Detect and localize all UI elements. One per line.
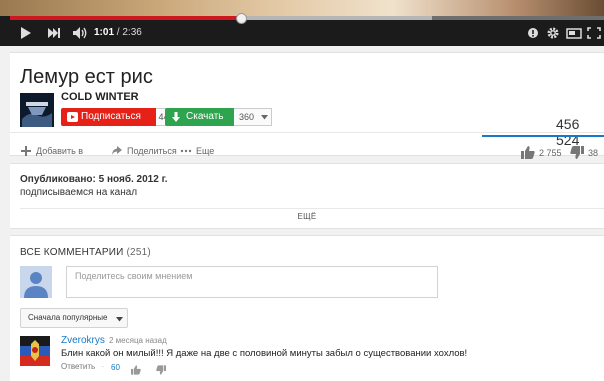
chevron-down-icon	[116, 317, 123, 322]
time-current: 1:01	[94, 27, 115, 38]
next-icon[interactable]	[46, 24, 60, 42]
publish-date: Опубликовано: 5 нояб. 2012 г.	[20, 174, 168, 185]
subscribe-label: Подписаться	[81, 111, 141, 122]
comment-reply-label: Ответить	[61, 362, 96, 371]
annotations-icon[interactable]	[526, 24, 540, 42]
add-to-button[interactable]: Добавить в	[20, 145, 83, 157]
show-more-button[interactable]: ЕЩЁ	[10, 212, 604, 221]
progress-scrubber[interactable]	[236, 13, 247, 24]
video-frame[interactable]	[0, 0, 604, 16]
comment-time[interactable]: 2 месяца назад	[109, 336, 167, 345]
download-quality-value: 360	[239, 112, 255, 122]
add-to-label: Добавить в	[36, 146, 84, 156]
comments-heading-label: ВСЕ КОММЕНТАРИИ	[20, 247, 124, 258]
comments-heading: ВСЕ КОММЕНТАРИИ (251)	[20, 247, 151, 258]
subscribe-button[interactable]: Подписаться	[61, 108, 156, 126]
comment-like-count: 60	[111, 363, 120, 372]
thumbs-up-icon	[131, 365, 141, 375]
thumbs-down-icon	[570, 146, 584, 159]
comment-separator: ·	[101, 362, 105, 371]
video-info-card: Лемур ест рис COLD WINTER Подписаться 44…	[10, 52, 604, 159]
user-avatar	[20, 266, 52, 298]
time-total: 2:36	[122, 27, 142, 38]
comments-sort-label: Сначала популярные	[28, 313, 108, 322]
share-icon	[112, 146, 122, 155]
likes-ratio-bar	[482, 135, 604, 137]
dislike-count: 38	[588, 147, 599, 158]
default-user-icon	[20, 266, 52, 298]
comment-dislike-button[interactable]	[156, 362, 166, 380]
youtube-logo-icon	[67, 112, 78, 122]
fullscreen-icon[interactable]	[586, 24, 602, 42]
video-player[interactable]: 1:01 / 2:36	[0, 0, 604, 46]
play-icon[interactable]	[19, 24, 33, 42]
comments-sort-dropdown[interactable]: Сначала популярные	[20, 308, 128, 328]
dislike-button[interactable]: 38	[570, 146, 598, 159]
volume-icon[interactable]	[71, 24, 89, 42]
comment-author[interactable]: Zverokrys	[61, 335, 105, 346]
share-button[interactable]: Поделиться	[111, 145, 177, 157]
channel-name[interactable]: COLD WINTER	[61, 91, 139, 103]
more-actions-label: Еще	[196, 146, 215, 156]
divider	[10, 132, 604, 133]
more-dots-icon	[180, 149, 192, 153]
progress-played	[10, 16, 242, 20]
description-card: Опубликовано: 5 нояб. 2012 г. подписывае…	[10, 163, 604, 229]
comment-text: Блин какой он милый!!! Я даже на две с п…	[61, 348, 468, 359]
time-display: 1:01 / 2:36	[94, 27, 142, 38]
plus-icon	[21, 146, 31, 156]
comment-like-button[interactable]	[131, 362, 141, 380]
share-label: Поделиться	[127, 146, 177, 156]
comment-input[interactable]: Поделитесь своим мнением	[66, 266, 438, 298]
chevron-down-icon	[261, 115, 268, 120]
video-title: Лемур ест рис	[20, 66, 153, 88]
description-text: подписываемся на канал	[20, 187, 138, 198]
thumbs-up-icon	[521, 146, 535, 159]
like-button[interactable]: 2 755	[521, 146, 562, 159]
comments-count: (251)	[126, 247, 151, 258]
comment-reply-link[interactable]: Ответить ·	[61, 362, 104, 371]
thumbs-down-icon	[156, 365, 166, 375]
comment-input-placeholder: Поделитесь своим мнением	[75, 271, 193, 281]
download-quality-select[interactable]: 360	[234, 108, 272, 126]
miniplayer-icon[interactable]	[566, 24, 582, 42]
channel-avatar[interactable]	[20, 93, 54, 127]
more-actions-button[interactable]: Еще	[180, 145, 214, 157]
download-label: Скачать	[186, 111, 224, 122]
download-arrow-icon	[171, 111, 181, 123]
divider	[20, 208, 604, 209]
download-button[interactable]: Скачать	[165, 108, 234, 126]
comment-author-avatar[interactable]	[20, 336, 50, 366]
comments-card: ВСЕ КОММЕНТАРИИ (251) Поделитесь своим м…	[10, 235, 604, 381]
settings-icon[interactable]	[546, 24, 560, 42]
like-count: 2 755	[539, 147, 562, 158]
